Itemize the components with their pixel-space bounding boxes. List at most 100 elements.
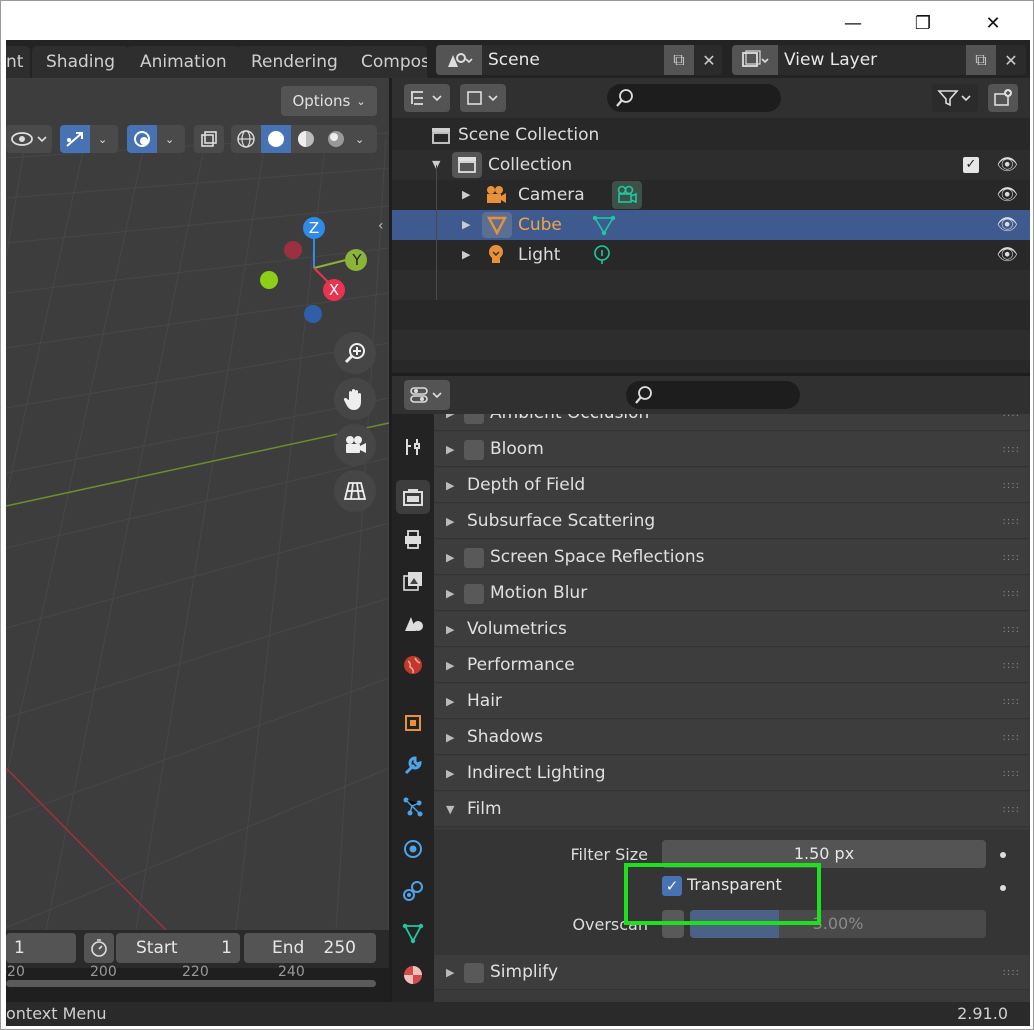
keyframe-dot[interactable] [1000, 885, 1006, 891]
scene-tab-icon[interactable] [396, 606, 430, 640]
tool-settings-tab-icon[interactable] [396, 430, 430, 464]
rendered-shading-icon[interactable] [321, 125, 351, 153]
disclosure-closed-icon[interactable]: ▶ [446, 504, 454, 539]
eye-icon[interactable]: 👁 [996, 180, 1018, 210]
panel-enable-checkbox[interactable] [464, 963, 484, 983]
disclosure-closed-icon[interactable]: ▶ [462, 180, 470, 210]
copy-scene-icon[interactable]: ⧉ [664, 45, 694, 75]
eye-icon[interactable]: 👁 [996, 150, 1018, 180]
overlay-icon[interactable] [127, 125, 157, 153]
panel-enable-checkbox[interactable] [464, 440, 484, 460]
view-layer-icon[interactable] [732, 45, 778, 75]
drag-grip-icon[interactable]: :::: [1003, 576, 1020, 611]
drag-grip-icon[interactable]: :::: [1003, 720, 1020, 755]
timeline-scrollbar[interactable] [6, 980, 376, 987]
panel-ambient-occlusion[interactable]: ▶ Ambient Occlusion :::: [434, 414, 1030, 431]
end-frame-field[interactable]: End 250 [244, 933, 376, 963]
gizmo-neg-y[interactable] [260, 271, 278, 289]
overlay-toggle[interactable]: ⌄ [127, 125, 185, 153]
object-tab-icon[interactable] [396, 706, 430, 740]
transparent-label[interactable]: Transparent [687, 875, 782, 894]
view-layer-tab-icon[interactable] [396, 564, 430, 598]
disclosure-closed-icon[interactable]: ▶ [446, 684, 454, 719]
timeline-ruler[interactable]: -20 200 220 240 [6, 964, 389, 1002]
panel-hair[interactable]: ▶ Hair :::: [434, 684, 1030, 719]
drag-grip-icon[interactable]: :::: [1003, 468, 1020, 503]
gizmo-neg-z[interactable] [304, 305, 322, 323]
render-tab-icon[interactable] [396, 480, 430, 514]
stopwatch-icon[interactable] [84, 933, 114, 963]
workspace-tab-rendering[interactable]: Rendering [237, 46, 352, 78]
disclosure-closed-icon[interactable]: ▶ [446, 432, 454, 467]
drag-grip-icon[interactable]: :::: [1003, 756, 1020, 791]
panel-depth-of-field[interactable]: ▶ Depth of Field :::: [434, 468, 1030, 503]
panel-shadows[interactable]: ▶ Shadows :::: [434, 720, 1030, 755]
gizmo-icon[interactable] [60, 125, 90, 153]
material-shading-icon[interactable] [291, 125, 321, 153]
constraints-tab-icon[interactable] [396, 874, 430, 908]
workspace-tab-animation[interactable]: Animation [126, 46, 241, 78]
modifier-wrench-icon[interactable] [396, 748, 430, 782]
light-data-icon[interactable] [592, 244, 612, 266]
sidebar-toggle-icon[interactable]: ‹ [378, 218, 384, 234]
zoom-icon[interactable] [334, 332, 376, 374]
transparent-checkbox[interactable]: ✓ [662, 876, 682, 896]
output-tab-icon[interactable] [396, 522, 430, 556]
options-dropdown[interactable]: Options ⌄ [281, 86, 377, 116]
disclosure-closed-icon[interactable]: ▶ [462, 210, 470, 240]
mesh-data-icon[interactable] [592, 214, 616, 236]
close-button[interactable]: ✕ [961, 6, 1025, 40]
delete-view-layer-icon[interactable]: ✕ [996, 45, 1026, 75]
disclosure-closed-icon[interactable]: ▶ [446, 414, 454, 431]
view-layer-name[interactable]: View Layer [784, 45, 877, 75]
disclosure-open-icon[interactable]: ▼ [446, 792, 454, 827]
disclosure-closed-icon[interactable]: ▶ [446, 756, 454, 791]
drag-grip-icon[interactable]: :::: [1003, 414, 1020, 431]
visibility-dropdown[interactable] [6, 125, 52, 153]
gizmo-toggle[interactable]: ⌄ [60, 125, 118, 153]
scene-icon[interactable] [436, 45, 482, 75]
display-mode-icon[interactable] [404, 84, 450, 112]
gizmo-neg-x[interactable] [284, 241, 302, 259]
particles-tab-icon[interactable] [396, 790, 430, 824]
outliner-row-scene-collection[interactable]: Scene Collection [392, 120, 1030, 150]
minimize-button[interactable]: — [821, 6, 885, 40]
drag-grip-icon[interactable]: :::: [1003, 792, 1020, 827]
panel-simplify[interactable]: ▶ Simplify :::: [434, 955, 1030, 990]
overscan-slider[interactable]: 3.00% [690, 910, 986, 938]
panel-subsurface-scattering[interactable]: ▶ Subsurface Scattering :::: [434, 504, 1030, 539]
exclude-checkbox[interactable]: ✓ [963, 157, 979, 173]
view-layer-filter-icon[interactable] [460, 84, 506, 112]
material-tab-icon[interactable] [396, 958, 430, 992]
maximize-button[interactable]: ❐ [891, 6, 955, 40]
workspace-tab-layout[interactable]: nt [6, 46, 30, 78]
scene-name[interactable]: Scene [488, 45, 540, 75]
world-tab-icon[interactable] [396, 648, 430, 682]
panel-film[interactable]: ▼ Film :::: [434, 792, 1030, 827]
filter-size-field[interactable]: 1.50 px [662, 840, 986, 868]
drag-grip-icon[interactable]: :::: [1003, 612, 1020, 647]
solid-shading-icon[interactable] [261, 125, 291, 153]
drag-grip-icon[interactable]: :::: [1003, 684, 1020, 719]
camera-view-icon[interactable] [334, 424, 376, 466]
drag-grip-icon[interactable]: :::: [1003, 540, 1020, 575]
disclosure-closed-icon[interactable]: ▶ [446, 612, 454, 647]
pan-hand-icon[interactable] [334, 378, 376, 420]
chevron-down-icon[interactable]: ⌄ [165, 133, 174, 146]
eye-icon[interactable]: 👁 [996, 240, 1018, 270]
current-frame-field[interactable]: 1 [6, 933, 76, 963]
scene-selector[interactable]: Scene ⧉ ✕ [436, 45, 722, 75]
disclosure-closed-icon[interactable]: ▶ [446, 720, 454, 755]
panel-screen-space-reflections[interactable]: ▶ Screen Space Reflections :::: [434, 540, 1030, 575]
ortho-grid-icon[interactable] [334, 470, 376, 512]
outliner-row-cube[interactable]: ▶ Cube 👁 [392, 210, 1030, 240]
drag-grip-icon[interactable]: :::: [1003, 504, 1020, 539]
panel-indirect-lighting[interactable]: ▶ Indirect Lighting :::: [434, 756, 1030, 791]
panel-motion-blur[interactable]: ▶ Motion Blur :::: [434, 576, 1030, 611]
drag-grip-icon[interactable]: :::: [1003, 955, 1020, 990]
outliner-search-input[interactable] [607, 84, 781, 112]
chevron-down-icon[interactable]: ⌄ [355, 133, 364, 146]
filter-icon[interactable] [932, 84, 978, 112]
outliner-row-collection[interactable]: ▼ Collection ✓ 👁 [392, 150, 1030, 180]
start-frame-field[interactable]: Start 1 [116, 933, 240, 963]
